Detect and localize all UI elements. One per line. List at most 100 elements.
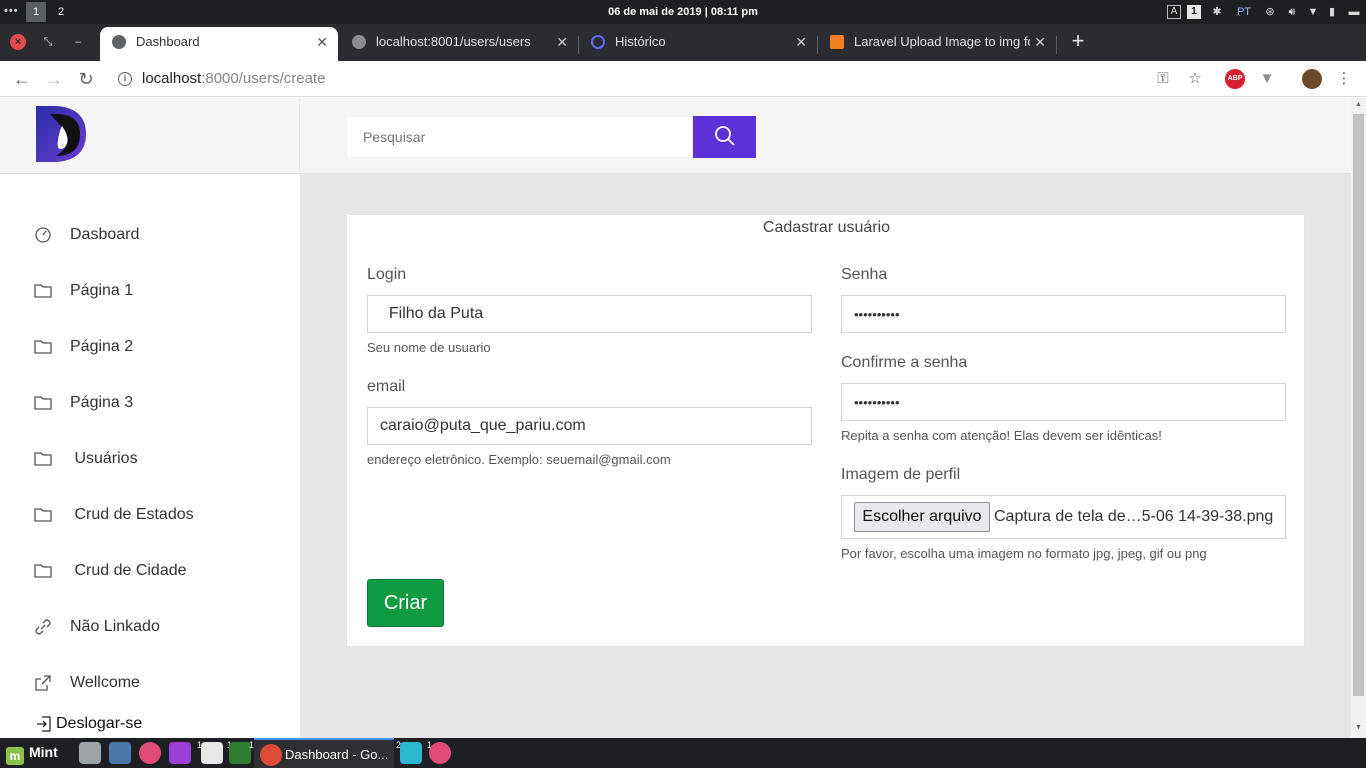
- shutdown-icon[interactable]: ▬: [1346, 4, 1362, 20]
- tab-close-icon[interactable]: ✕: [795, 27, 807, 57]
- window-close-icon[interactable]: ×: [10, 34, 26, 50]
- sidebar-item-label: Usuários: [70, 450, 138, 467]
- bookmark-star-icon[interactable]: ☆: [1185, 69, 1205, 89]
- notification-count-badge[interactable]: 1: [1187, 5, 1201, 19]
- page-scrollbar[interactable]: ▲ ▼: [1351, 98, 1366, 738]
- scroll-thumb[interactable]: [1353, 114, 1364, 696]
- page-viewport: Dasboard Página 1 Página 2 Página 3 Usuá…: [0, 98, 1351, 738]
- form-title: Cadastrar usuário: [762, 219, 891, 236]
- search-input[interactable]: [346, 116, 693, 158]
- start-menu-button[interactable]: m Mint: [6, 744, 58, 765]
- keyboard-indicator[interactable]: A: [1167, 5, 1181, 19]
- email-label: email: [367, 378, 406, 395]
- tab-title: Histórico: [615, 34, 666, 49]
- sidebar-item-label: Página 3: [70, 394, 134, 411]
- selected-file-name: Captura de tela de…5-06 14-39-38.png: [994, 508, 1274, 525]
- forward-arrow-icon[interactable]: →: [42, 67, 66, 91]
- globe-icon: [112, 35, 126, 49]
- vue-devtools-icon[interactable]: ▼: [1257, 69, 1277, 89]
- scroll-up-icon[interactable]: ▲: [1354, 101, 1363, 111]
- new-tab-button[interactable]: +: [1068, 30, 1088, 54]
- adblock-icon[interactable]: ABP: [1225, 69, 1245, 89]
- folder-icon: [34, 508, 52, 522]
- flickr-like-app-icon[interactable]: [139, 742, 161, 764]
- reload-icon[interactable]: ↻: [74, 67, 98, 91]
- battery-icon[interactable]: ▮: [1326, 4, 1338, 20]
- sidebar: Dasboard Página 1 Página 2 Página 3 Usuá…: [0, 98, 300, 738]
- workspace-switcher-icon[interactable]: [109, 742, 131, 764]
- external-link-icon: [35, 675, 51, 691]
- language-indicator[interactable]: PT: [1234, 4, 1254, 20]
- tab-close-icon[interactable]: ✕: [1030, 27, 1046, 57]
- password-confirm-label: Confirme a senha: [841, 354, 968, 371]
- scroll-down-icon[interactable]: ▼: [1354, 724, 1363, 734]
- system-top-panel: ••• 1 2 06 de mai de 2019 | 08:11 pm A 1…: [0, 0, 1366, 24]
- network-sync-icon[interactable]: ⊛: [1262, 4, 1278, 20]
- create-button[interactable]: Criar: [367, 579, 444, 627]
- tab-close-icon[interactable]: ✕: [556, 27, 568, 57]
- create-user-form: Cadastrar usuário Login Seu nome de usua…: [346, 214, 1305, 647]
- folder-icon: [34, 564, 52, 578]
- taskbar: mMint 1 1 1 Dashboard - Go... 2 1: [0, 738, 1366, 768]
- tab-title: Laravel Upload Image to img fo: [854, 34, 1035, 49]
- menu-kebab-icon[interactable]: ⋮: [1334, 69, 1354, 89]
- chat-app-icon[interactable]: [400, 742, 422, 764]
- volume-icon[interactable]: 🔊︎: [1284, 4, 1300, 20]
- chrome-icon: [260, 744, 282, 766]
- back-arrow-icon[interactable]: ←: [10, 67, 34, 91]
- email-field[interactable]: [367, 407, 812, 445]
- browser-tab-strip: × ⤡ – Dashboard ✕ localhost:8001/users/u…: [0, 24, 1366, 61]
- window-minimize-icon[interactable]: –: [70, 34, 86, 50]
- bluetooth-icon[interactable]: ✱: [1210, 4, 1224, 20]
- tab-dashboard[interactable]: Dashboard ✕: [100, 27, 338, 61]
- profile-image-file-input[interactable]: Escolher arquivo Captura de tela de…5-06…: [841, 495, 1286, 539]
- stackoverflow-icon: [830, 35, 844, 49]
- url-host: localhost: [142, 70, 202, 87]
- phpstorm-icon[interactable]: [169, 742, 191, 764]
- flickr-like-app-icon[interactable]: [429, 742, 451, 764]
- clock[interactable]: 06 de mai de 2019 | 08:11 pm: [0, 6, 1366, 18]
- window-restore-icon[interactable]: ⤡: [40, 34, 56, 50]
- key-icon[interactable]: ⚿: [1153, 69, 1173, 89]
- tab-separator: [1056, 36, 1057, 54]
- text-editor-icon[interactable]: [201, 742, 223, 764]
- search-icon: [714, 125, 735, 146]
- tab-close-icon[interactable]: ✕: [316, 27, 328, 57]
- tab-historico[interactable]: Histórico ✕: [579, 27, 817, 61]
- link-icon: [35, 619, 51, 635]
- url-path: :8000/users/create: [201, 70, 326, 87]
- taskbar-window-label: Dashboard - Go...: [285, 747, 389, 762]
- folder-icon: [34, 340, 52, 354]
- sidebar-item-label: Página 1: [70, 282, 134, 299]
- tab-users-list[interactable]: localhost:8001/users/users ✕: [340, 27, 578, 61]
- mint-logo-icon: m: [6, 747, 24, 765]
- login-label: Login: [367, 266, 407, 283]
- browser-toolbar: ← → ↻ i localhost:8000/users/create ⚿ ☆ …: [0, 61, 1366, 97]
- sidebar-item-label: Dasboard: [70, 226, 140, 243]
- folder-icon: [34, 284, 52, 298]
- wifi-icon[interactable]: ▼: [1305, 4, 1321, 20]
- profile-avatar[interactable]: [1302, 69, 1322, 89]
- start-menu-label: Mint: [29, 744, 58, 760]
- history-icon: [591, 35, 605, 49]
- folder-icon: [34, 396, 52, 410]
- logout-label: Deslogar-se: [56, 715, 143, 732]
- app-logo[interactable]: [36, 106, 86, 162]
- password-field[interactable]: [841, 295, 1286, 333]
- gauge-icon: [35, 227, 51, 243]
- login-field[interactable]: [367, 295, 812, 333]
- folder-icon: [34, 452, 52, 466]
- file-manager-icon[interactable]: [79, 742, 101, 764]
- password-confirm-help: Repita a senha com atenção! Elas devem s…: [841, 428, 1162, 443]
- sidebar-item-label: Página 2: [70, 338, 134, 355]
- profile-image-help: Por favor, escolha uma imagem no formato…: [841, 546, 1207, 561]
- tab-laravel-upload[interactable]: Laravel Upload Image to img fo ✕: [818, 27, 1056, 61]
- password-confirm-field[interactable]: [841, 383, 1286, 421]
- taskbar-window-chrome[interactable]: Dashboard - Go...: [254, 738, 394, 768]
- choose-file-button[interactable]: Escolher arquivo: [854, 502, 990, 532]
- globe-icon: [352, 35, 366, 49]
- site-info-icon[interactable]: i: [118, 72, 132, 86]
- system-monitor-icon[interactable]: [229, 742, 251, 764]
- address-bar[interactable]: i localhost:8000/users/create: [112, 65, 1142, 93]
- search-button[interactable]: [693, 116, 756, 158]
